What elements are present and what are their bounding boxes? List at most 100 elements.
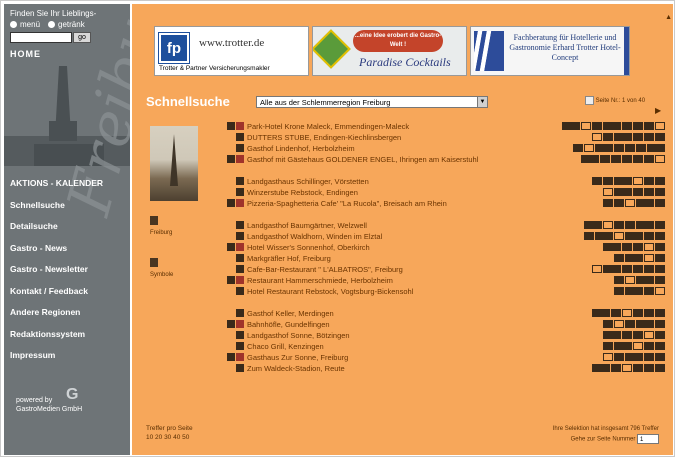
result-name[interactable]: Winzerstube Rebstock, Endingen	[247, 188, 507, 197]
gastromedien-logo-icon: G	[66, 386, 79, 403]
nav-andere-regionen[interactable]: Andere Regionen	[10, 306, 128, 328]
per-page-options[interactable]: 10 20 30 40 50	[146, 433, 193, 442]
feature-icon	[655, 155, 665, 163]
restaurant-icon	[227, 199, 235, 207]
result-row[interactable]: Restaurant Hammerschmiede, Herbolzheim	[225, 276, 665, 287]
nav-schnellsuche[interactable]: Schnellsuche	[10, 199, 128, 221]
scroll-up-icon[interactable]: ▲	[665, 14, 672, 21]
per-page: Treffer pro Seite 10 20 30 40 50	[146, 424, 193, 442]
result-name[interactable]: Gasthaus Zur Sonne, Freiburg	[247, 353, 507, 362]
radio-drinks[interactable]: getränk	[48, 19, 85, 30]
nav-gastro-newsletter[interactable]: Gastro - Newsletter	[10, 263, 128, 285]
result-name[interactable]: Zum Waldeck-Stadion, Reute	[247, 364, 507, 373]
per-page-label: Treffer pro Seite	[146, 425, 193, 432]
feature-icon	[633, 364, 643, 372]
feature-icon	[625, 287, 643, 295]
result-row[interactable]: Hotel Restaurant Rebstock, Vogtsburg-Bic…	[225, 287, 665, 309]
feature-icon	[603, 265, 621, 273]
result-name[interactable]: Cafe-Bar-Restaurant " L'ALBATROS", Freib…	[247, 265, 507, 274]
result-row[interactable]: Winzerstube Rebstock, Endingen	[225, 188, 665, 199]
result-row[interactable]: Gasthof mit Gästehaus GOLDENER ENGEL, Ih…	[225, 155, 665, 177]
result-feature-icons	[507, 309, 665, 317]
result-feature-icons	[507, 133, 665, 141]
result-name[interactable]: Hotel Restaurant Rebstock, Vogtsburg-Bic…	[247, 287, 507, 296]
nav-impressum[interactable]: Impressum	[10, 349, 128, 371]
next-page-icon[interactable]: ▶	[655, 106, 661, 115]
result-name[interactable]: Chaco Grill, Kenzingen	[247, 342, 507, 351]
result-name[interactable]: Gasthof Keller, Merdingen	[247, 309, 507, 318]
feature-icon	[622, 331, 632, 339]
result-row[interactable]: Landgasthof Baumgärtner, Welzwell	[225, 221, 665, 232]
goto-page-select[interactable]: 1	[637, 434, 659, 444]
nav-gastro-news[interactable]: Gastro - News	[10, 242, 128, 264]
result-row[interactable]: DUTTERS STUBE, Endingen-Kiechlinsbergen	[225, 133, 665, 144]
result-row[interactable]: Gasthaus Zur Sonne, Freiburg	[225, 353, 665, 364]
feature-icon	[592, 177, 602, 185]
result-type-icons	[225, 265, 247, 273]
result-row[interactable]: Gasthof Keller, Merdingen	[225, 309, 665, 320]
banner-paradise-title: Paradise Cocktails	[359, 55, 451, 69]
result-type-icons	[225, 342, 247, 350]
result-name[interactable]: Landgasthof Sonne, Bötzingen	[247, 331, 507, 340]
result-feature-icons	[507, 155, 665, 163]
result-name[interactable]: Gasthof Lindenhof, Herbolzheim	[247, 144, 507, 153]
feature-icon	[655, 243, 665, 251]
banner-trotter[interactable]: fp www.trotter.de Trotter & Partner Vers…	[154, 26, 309, 76]
result-row[interactable]: Chaco Grill, Kenzingen	[225, 342, 665, 353]
result-row[interactable]: Landgasthaus Schillinger, Vörstetten	[225, 177, 665, 188]
page-box-icon[interactable]	[585, 96, 594, 105]
banner-hotel-concept[interactable]: Fachberatung für Hotellerie und Gastrono…	[470, 26, 630, 76]
finder-search-input[interactable]	[10, 32, 72, 43]
nav-detailsuche[interactable]: Detailsuche	[10, 220, 128, 242]
result-row[interactable]: Park-Hotel Krone Maleck, Emmendingen-Mal…	[225, 122, 665, 133]
result-feature-icons	[507, 199, 665, 207]
result-row[interactable]: Landgasthof Waldhorn, Winden im Elztal	[225, 232, 665, 243]
found-count: Ihre Selektion hat insgesamt 796 Treffer	[552, 426, 659, 432]
result-row[interactable]: Gasthof Lindenhof, Herbolzheim	[225, 144, 665, 155]
result-name[interactable]: Landgasthof Waldhorn, Winden im Elztal	[247, 232, 507, 241]
result-name[interactable]: Landgasthof Baumgärtner, Welzwell	[247, 221, 507, 230]
result-name[interactable]: Restaurant Hammerschmiede, Herbolzheim	[247, 276, 507, 285]
feature-icon	[633, 331, 643, 339]
restaurant-icon	[236, 133, 244, 141]
result-row[interactable]: Bahnhöfle, Gundelfingen	[225, 320, 665, 331]
result-name[interactable]: Markgräfler Hof, Freiburg	[247, 254, 507, 263]
result-row[interactable]: Cafe-Bar-Restaurant " L'ALBATROS", Freib…	[225, 265, 665, 276]
feature-icon	[655, 331, 665, 339]
result-row[interactable]: Zum Waldeck-Stadion, Reute	[225, 364, 665, 375]
result-row[interactable]: Hotel Wisser's Sonnenhof, Oberkirch	[225, 243, 665, 254]
feature-icon	[644, 232, 654, 240]
feature-icon	[603, 342, 613, 350]
chevron-down-icon[interactable]: ▼	[477, 97, 487, 107]
finder-go-button[interactable]: go	[73, 32, 91, 43]
result-name[interactable]: Pizzeria-Spaghetteria Cafe' "La Rucola",…	[247, 199, 507, 208]
spire-shape	[170, 134, 178, 186]
result-feature-icons	[507, 287, 665, 295]
feature-icon	[644, 243, 654, 251]
result-row[interactable]: Pizzeria-Spaghetteria Cafe' "La Rucola",…	[225, 199, 665, 221]
banner-hotel-concept-title: Fachberatung für Hotellerie und Gastrono…	[509, 33, 621, 62]
page-scrollbar[interactable]: ▲	[665, 4, 673, 455]
result-name[interactable]: DUTTERS STUBE, Endingen-Kiechlinsbergen	[247, 133, 507, 142]
nav-redaktionssystem[interactable]: Redaktionssystem	[10, 328, 128, 350]
powered-by[interactable]: powered by GastroMedien GmbH G	[16, 387, 82, 414]
result-row[interactable]: Landgasthof Sonne, Bötzingen	[225, 331, 665, 342]
region-select[interactable]: Alle aus der Schlemmerregion Freiburg ▼	[256, 96, 488, 108]
result-name[interactable]: Park-Hotel Krone Maleck, Emmendingen-Mal…	[247, 122, 507, 131]
nav-aktions-kalender[interactable]: AKTIONS - KALENDER	[10, 177, 128, 199]
nav-kontakt-feedback[interactable]: Kontakt / Feedback	[10, 285, 128, 307]
radio-menu[interactable]: menü	[10, 19, 40, 30]
banner-paradise[interactable]: ...eine Idee erobert die Gastro-Welt ! P…	[312, 26, 467, 76]
feature-icon	[655, 133, 665, 141]
result-name[interactable]: Hotel Wisser's Sonnenhof, Oberkirch	[247, 243, 507, 252]
symbols-link[interactable]: Symbole	[150, 258, 173, 278]
radio-drinks-label: getränk	[58, 20, 85, 29]
result-row[interactable]: Markgräfler Hof, Freiburg	[225, 254, 665, 265]
feature-icon	[614, 177, 632, 185]
feature-icon	[655, 265, 665, 273]
result-name[interactable]: Bahnhöfle, Gundelfingen	[247, 320, 507, 329]
result-name[interactable]: Landgasthaus Schillinger, Vörstetten	[247, 177, 507, 186]
city-link[interactable]: Freiburg	[150, 216, 172, 236]
result-name[interactable]: Gasthof mit Gästehaus GOLDENER ENGEL, Ih…	[247, 155, 507, 164]
feature-icon	[636, 199, 654, 207]
